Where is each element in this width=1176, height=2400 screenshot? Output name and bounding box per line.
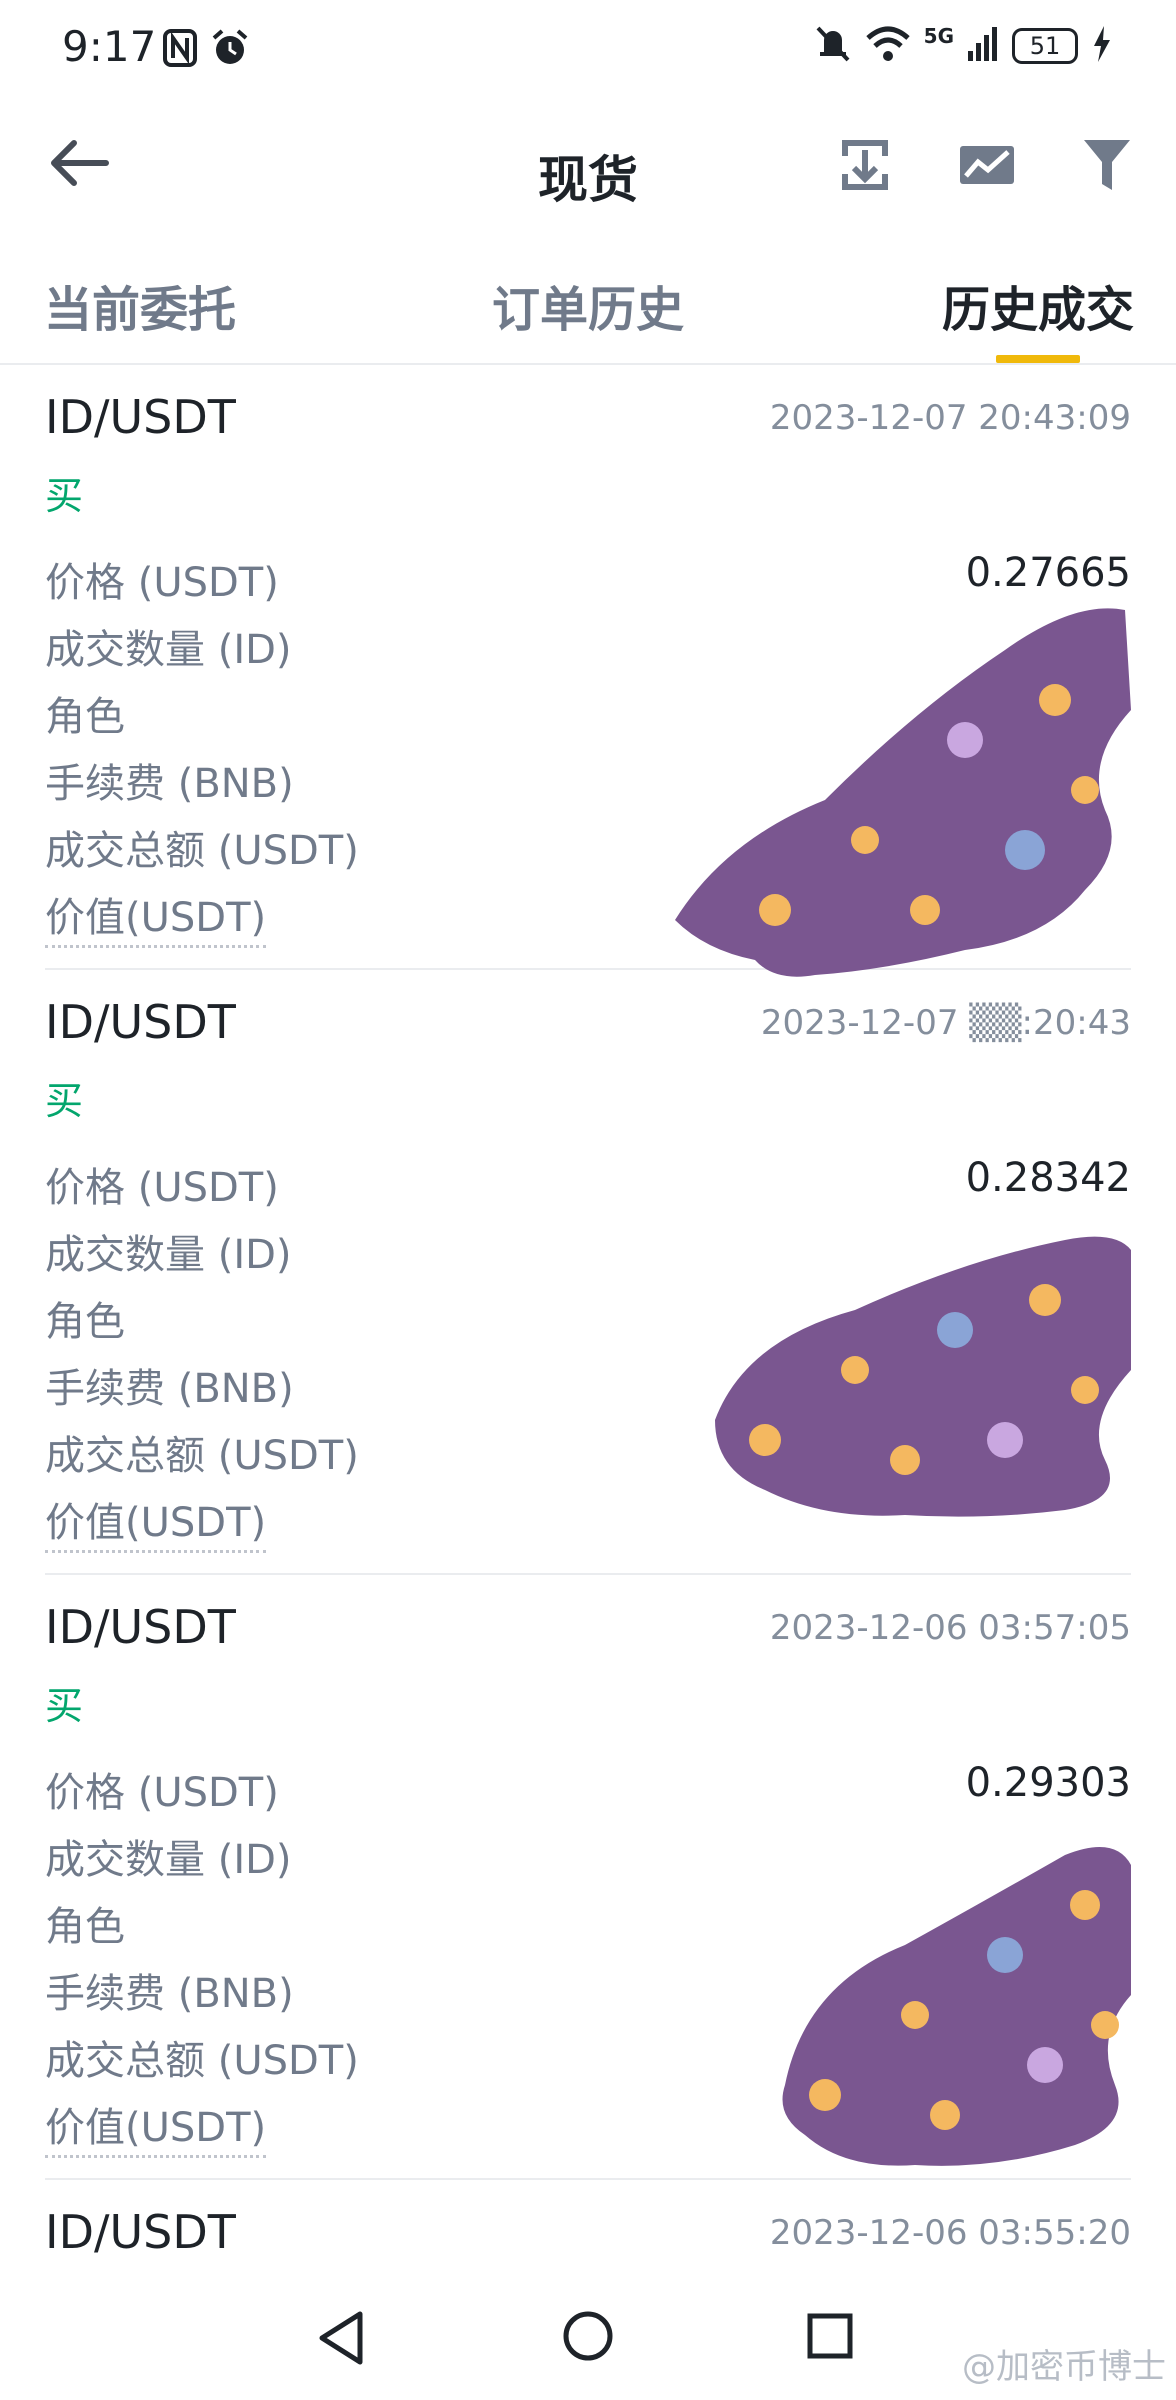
system-nav-bar: @加密币博士 (0, 2280, 1176, 2400)
chart-icon[interactable] (958, 136, 1016, 194)
redaction-scribble (782, 1847, 1131, 2166)
trade-time: 2023-12-07 ▒▒:20:43 (760, 1003, 1131, 1043)
tab-trade-history[interactable]: 历史成交 (942, 270, 1134, 340)
price-label: 价格 (USDT) (45, 1165, 279, 1211)
export-icon[interactable] (836, 136, 894, 194)
trade-pair: ID/USDT (45, 1600, 236, 1654)
header: 现货 (0, 110, 1176, 220)
trade-pair: ID/USDT (45, 995, 236, 1049)
total-label: 成交总额 (USDT) (45, 828, 359, 874)
trade-side: 买 (45, 474, 84, 518)
redaction-scribble (715, 1236, 1131, 1517)
signal-icon (968, 27, 998, 65)
role-label: 角色 (45, 1299, 125, 1345)
price-row: 价格 (USDT) 0.29303 (45, 1760, 1131, 1816)
role-label: 角色 (45, 1904, 125, 1950)
nfc-icon (162, 28, 198, 72)
total-label: 成交总额 (USDT) (45, 1433, 359, 1479)
trade-side: 买 (45, 1079, 84, 1123)
status-time: 9:17 (62, 22, 157, 71)
trade-side: 买 (45, 1684, 84, 1728)
trade-card[interactable]: ID/USDT 2023-12-06 03:55:20 (45, 2180, 1131, 2280)
fee-label: 手续费 (BNB) (45, 1366, 294, 1412)
tab-order-history[interactable]: 订单历史 (492, 270, 684, 340)
alarm-icon (210, 28, 250, 72)
tab-open-orders[interactable]: 当前委托 (44, 270, 236, 340)
trade-card[interactable]: ID/USDT 2023-12-07 ▒▒:20:43 买 价格 (USDT) … (45, 970, 1131, 1575)
wifi-icon (865, 26, 910, 66)
price-value: 0.29303 (965, 1760, 1131, 1806)
trade-time: 2023-12-07 20:43:09 (769, 398, 1131, 438)
filter-icon[interactable] (1082, 136, 1140, 194)
trade-time: 2023-12-06 03:55:20 (769, 2213, 1131, 2253)
price-label: 价格 (USDT) (45, 1770, 279, 1816)
value-label[interactable]: 价值(USDT) (45, 2095, 267, 2158)
home-nav-icon[interactable] (562, 2310, 614, 2366)
value-label[interactable]: 价值(USDT) (45, 885, 267, 948)
trade-card[interactable]: ID/USDT 2023-12-07 20:43:09 买 价格 (USDT) … (45, 365, 1131, 977)
trade-time: 2023-12-06 03:57:05 (769, 1608, 1131, 1648)
fee-label: 手续费 (BNB) (45, 1971, 294, 2017)
mute-icon (814, 24, 852, 68)
trade-pair: ID/USDT (45, 390, 236, 444)
tab-bar: 当前委托 订单历史 历史成交 (0, 250, 1176, 365)
charging-icon (1092, 26, 1112, 66)
redaction-scribble (675, 608, 1131, 977)
quantity-label: 成交数量 (ID) (45, 627, 292, 673)
watermark: @加密币博士 (962, 2347, 1166, 2387)
status-bar: 9:17 5G 51 (0, 0, 1176, 100)
total-label: 成交总额 (USDT) (45, 2038, 359, 2084)
fee-label: 手续费 (BNB) (45, 761, 294, 807)
quantity-label: 成交数量 (ID) (45, 1837, 292, 1883)
value-label[interactable]: 价值(USDT) (45, 1490, 267, 1553)
trade-pair: ID/USDT (45, 2205, 236, 2259)
active-tab-indicator (996, 355, 1080, 363)
price-label: 价格 (USDT) (45, 560, 279, 606)
role-label: 角色 (45, 694, 125, 740)
network-type: 5G (923, 24, 954, 48)
trade-card[interactable]: ID/USDT 2023-12-06 03:57:05 买 价格 (USDT) … (45, 1575, 1131, 2180)
back-nav-icon[interactable] (316, 2310, 366, 2370)
quantity-label: 成交数量 (ID) (45, 1232, 292, 1278)
price-row: 价格 (USDT) 0.28342 (45, 1155, 1131, 1211)
recents-nav-icon[interactable] (806, 2312, 854, 2364)
price-value: 0.28342 (965, 1155, 1131, 1201)
battery-indicator: 51 (1012, 28, 1078, 64)
